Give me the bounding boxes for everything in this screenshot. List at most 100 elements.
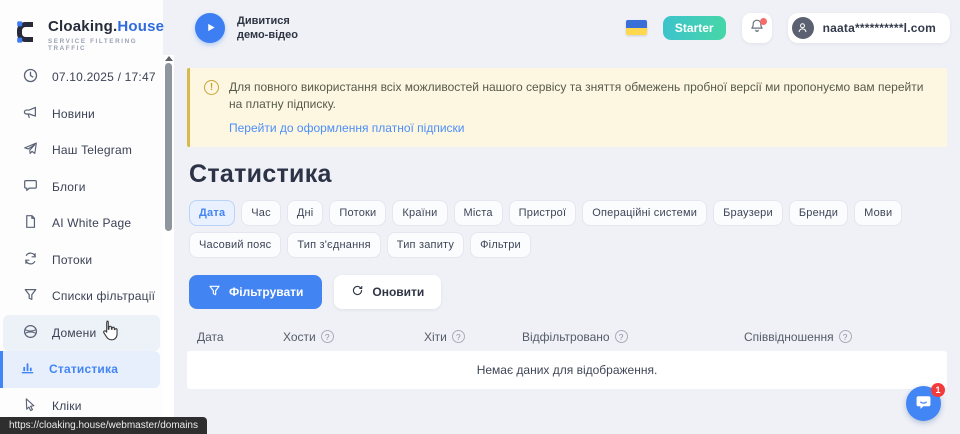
filter-button-label: Фільтрувати	[229, 285, 303, 299]
refresh-button-label: Оновити	[372, 285, 424, 299]
demo-video-button[interactable]: Дивитися демо-відео	[195, 13, 298, 43]
sidebar-item-ai-white-page[interactable]: AI White Page	[3, 205, 160, 242]
column-label: Хости	[283, 330, 316, 344]
tab-operating-systems[interactable]: Операційні системи	[582, 200, 707, 226]
tab-filters[interactable]: Фільтри	[470, 232, 531, 258]
scroll-up-arrow-icon[interactable]	[165, 56, 173, 61]
bar-chart-icon	[20, 360, 35, 378]
brand-tagline: SERVICE FILTERING TRAFFIC	[48, 38, 164, 52]
plan-starter-button[interactable]: Starter	[663, 16, 726, 40]
stats-tabs: Дата Час Дні Потоки Країни Міста Пристро…	[189, 200, 926, 258]
tab-devices[interactable]: Пристрої	[509, 200, 577, 226]
help-icon[interactable]: ?	[452, 330, 465, 343]
sync-icon	[23, 251, 38, 269]
column-label: Відфільтровано	[522, 330, 610, 344]
play-icon[interactable]	[195, 13, 225, 43]
tab-cities[interactable]: Міста	[454, 200, 503, 226]
column-label: Дата	[197, 330, 224, 344]
tab-date[interactable]: Дата	[189, 200, 235, 226]
funnel-icon	[208, 284, 221, 300]
sidebar-item-label: Кліки	[52, 399, 82, 413]
subscription-link[interactable]: Перейти до оформлення платної підписки	[229, 121, 465, 135]
scrollbar-thumb[interactable]	[165, 63, 172, 231]
tab-days[interactable]: Дні	[287, 200, 324, 226]
help-icon[interactable]: ?	[321, 330, 334, 343]
megaphone-icon	[23, 105, 38, 123]
tab-connection-type[interactable]: Тип з'єднання	[287, 232, 380, 258]
sidebar-item-filter-lists[interactable]: Списки фільтрації	[3, 278, 160, 315]
demo-video-line1: Дивитися	[237, 14, 298, 28]
user-email: naata**********l.com	[823, 21, 936, 35]
tab-browsers[interactable]: Браузери	[713, 200, 783, 226]
brand-name-accent: House	[117, 18, 164, 35]
warning-icon: !	[204, 80, 219, 95]
demo-video-line2: демо-відео	[237, 28, 298, 42]
tab-time[interactable]: Час	[241, 200, 281, 226]
user-account-chip[interactable]: naata**********l.com	[788, 13, 950, 43]
sidebar-menu: 07.10.2025 / 17:47 Новини Наш Telegram Б…	[0, 59, 163, 424]
chat-widget-button[interactable]: 1	[906, 386, 941, 421]
refresh-button[interactable]: Оновити	[334, 275, 441, 309]
sidebar-item-label: Наш Telegram	[52, 143, 132, 157]
tab-streams[interactable]: Потоки	[329, 200, 386, 226]
sidebar-item-label: AI White Page	[52, 216, 131, 230]
page-title: Статистика	[189, 160, 947, 189]
sidebar-item-label: Блоги	[52, 180, 86, 194]
column-header-filtered: Відфільтровано ?	[512, 330, 734, 344]
cloaking-house-logo-icon	[14, 19, 40, 50]
clock-icon	[23, 68, 38, 86]
sidebar-scrollbar[interactable]	[163, 55, 174, 434]
sidebar-item-label: Статистика	[49, 362, 118, 376]
sidebar-item-blogs[interactable]: Блоги	[3, 169, 160, 206]
sidebar-item-datetime: 07.10.2025 / 17:47	[3, 59, 160, 96]
browser-link-preview: https://cloaking.house/webmaster/domains	[0, 417, 207, 434]
notifications-button[interactable]	[742, 13, 772, 43]
language-flag-ukraine[interactable]	[626, 20, 647, 35]
trial-warning-banner: ! Для повного використання всіх можливос…	[187, 68, 947, 147]
sidebar-item-news[interactable]: Новини	[3, 96, 160, 133]
help-icon[interactable]: ?	[615, 330, 628, 343]
sidebar-item-statistics[interactable]: Статистика	[0, 351, 160, 388]
chat-icon	[914, 393, 933, 415]
topbar: Дивитися демо-відео Starter naata*******…	[163, 0, 960, 55]
refresh-icon	[351, 284, 364, 300]
stats-table: Дата Хости ? Хіти ? Відфільтровано ? Спі…	[187, 322, 947, 389]
table-empty-state: Немає даних для відображення.	[187, 351, 947, 389]
chat-unread-badge: 1	[931, 383, 945, 397]
demo-video-label: Дивитися демо-відео	[237, 14, 298, 42]
tab-brands[interactable]: Бренди	[789, 200, 848, 226]
funnel-icon	[23, 287, 38, 305]
document-icon	[23, 214, 38, 232]
sidebar-item-streams[interactable]: Потоки	[3, 242, 160, 279]
column-header-ratio: Співвідношення ?	[734, 330, 947, 344]
banner-text: Для повного використання всіх можливосте…	[229, 79, 931, 112]
tab-timezone[interactable]: Часовий пояс	[189, 232, 281, 258]
table-header: Дата Хости ? Хіти ? Відфільтровано ? Спі…	[187, 322, 947, 351]
tab-languages[interactable]: Мови	[854, 200, 902, 226]
sidebar: Cloaking.House SERVICE FILTERING TRAFFIC…	[0, 0, 163, 434]
flag-yellow-stripe	[626, 28, 647, 36]
avatar	[792, 17, 814, 39]
sidebar-item-telegram[interactable]: Наш Telegram	[3, 132, 160, 169]
brand-name: Cloaking.House	[48, 18, 164, 35]
column-label: Хіти	[424, 330, 447, 344]
cursor-icon	[23, 397, 38, 415]
brand-name-primary: Cloaking.	[48, 18, 117, 35]
filter-button[interactable]: Фільтрувати	[189, 275, 322, 309]
topbar-right: Starter naata**********l.com	[626, 13, 950, 43]
column-header-hosts: Хости ?	[273, 330, 414, 344]
column-header-date: Дата	[187, 330, 273, 344]
logo[interactable]: Cloaking.House SERVICE FILTERING TRAFFIC	[0, 0, 163, 55]
help-icon[interactable]: ?	[839, 330, 852, 343]
tab-countries[interactable]: Країни	[392, 200, 447, 226]
tab-request-type[interactable]: Тип запиту	[387, 232, 464, 258]
globe-icon	[23, 324, 38, 342]
sidebar-item-label: 07.10.2025 / 17:47	[52, 70, 156, 84]
actions-row: Фільтрувати Оновити	[189, 275, 947, 309]
sidebar-item-domains[interactable]: Домени	[3, 315, 160, 352]
telegram-icon	[23, 141, 38, 159]
chat-bubble-icon	[23, 178, 38, 196]
flag-blue-stripe	[626, 20, 647, 28]
column-header-hits: Хіти ?	[414, 330, 512, 344]
sidebar-item-label: Домени	[52, 326, 96, 340]
